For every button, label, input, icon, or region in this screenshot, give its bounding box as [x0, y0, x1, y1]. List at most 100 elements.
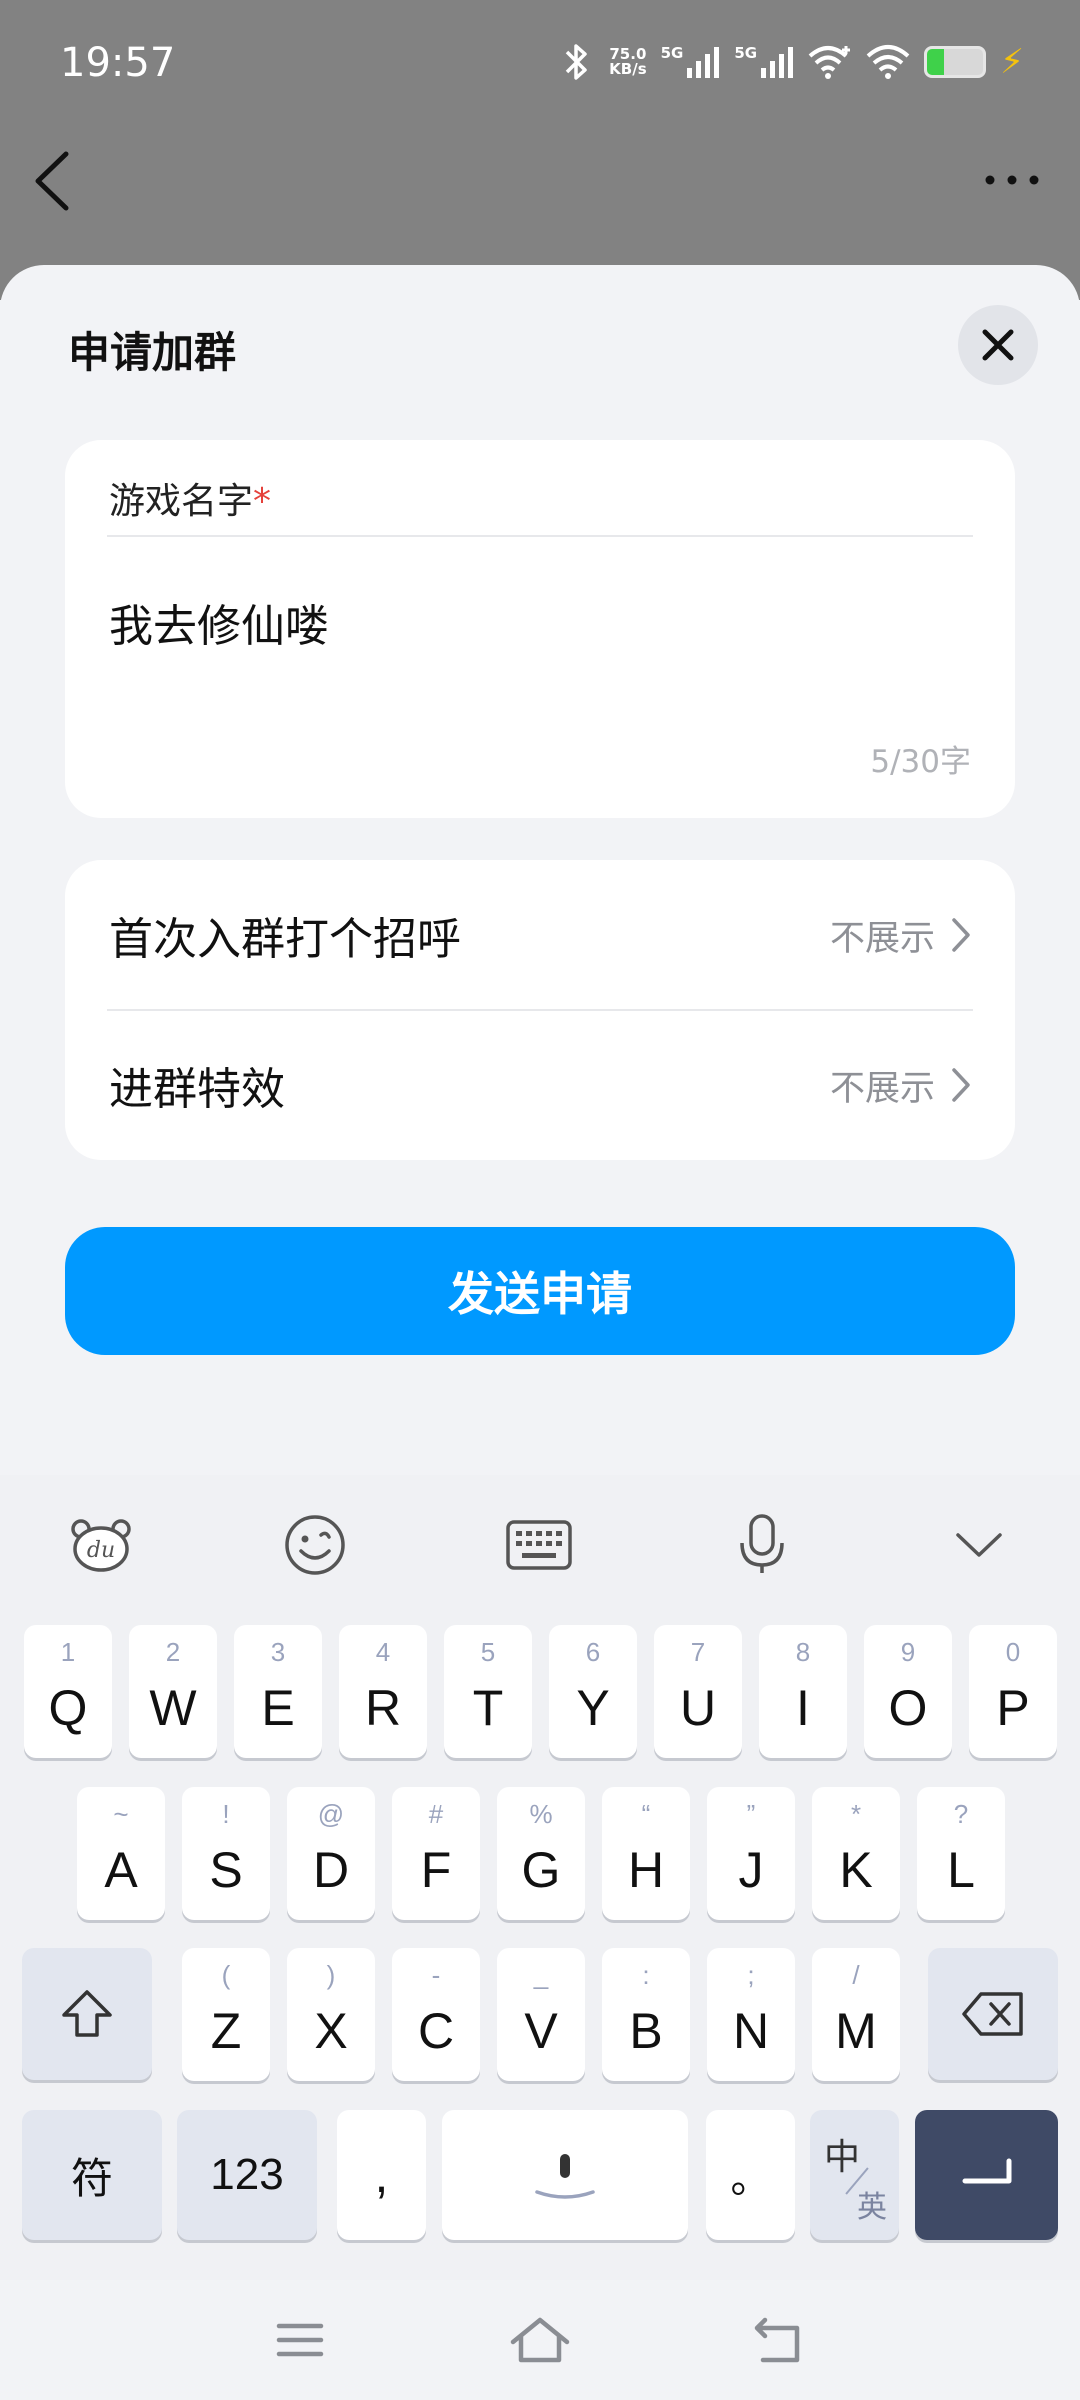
key-z[interactable]: (Z: [182, 1948, 270, 2081]
send-application-button[interactable]: 发送申请: [65, 1227, 1015, 1355]
key-t[interactable]: 5T: [444, 1625, 532, 1758]
wifi-hotspot-icon: [808, 46, 851, 79]
language-switch-key[interactable]: 中 英: [810, 2110, 899, 2240]
bluetooth-icon: [565, 44, 587, 80]
enter-key[interactable]: [915, 2110, 1058, 2240]
key-n[interactable]: ; N: [707, 1948, 795, 2081]
shift-key[interactable]: [22, 1948, 152, 2080]
option-greeting[interactable]: 首次入群打个招呼 不展示: [65, 860, 1015, 1010]
keyboard-layout-button[interactable]: [504, 1510, 574, 1580]
option-value: 不展示: [829, 918, 935, 959]
key-label: I: [796, 1679, 810, 1736]
space-voice-icon: [535, 2154, 595, 2199]
key-label: L: [947, 1841, 975, 1898]
divider: [107, 535, 973, 537]
key-e[interactable]: 3E: [234, 1625, 322, 1758]
key-sub-label: %: [529, 1799, 553, 1829]
space-key[interactable]: [442, 2110, 688, 2240]
key-sub-label: 0: [1005, 1637, 1021, 1667]
key-q[interactable]: 1Q: [24, 1625, 112, 1758]
key-b[interactable]: :B: [602, 1948, 690, 2081]
key-label: H: [627, 1841, 665, 1898]
key-sub-label: “: [641, 1799, 651, 1829]
backspace-icon: [962, 1992, 1023, 2036]
key-sub-label: 9: [900, 1637, 916, 1667]
emoji-button[interactable]: [280, 1510, 350, 1580]
key-h[interactable]: “H: [602, 1787, 690, 1920]
shift-icon: [62, 1990, 112, 2037]
key-k[interactable]: * K: [812, 1787, 900, 1920]
game-name-input[interactable]: 我去修仙喽: [109, 590, 329, 654]
keyboard-icon: [506, 1520, 572, 1570]
key-sub-label: -: [431, 1960, 441, 1990]
key-u[interactable]: 7U: [654, 1625, 742, 1758]
back-nav-icon[interactable]: [745, 2310, 815, 2370]
key-label: T: [472, 1679, 504, 1736]
chevron-right-icon: [952, 1068, 970, 1102]
key-w[interactable]: 2W: [129, 1625, 217, 1758]
close-button[interactable]: [958, 305, 1038, 385]
back-icon[interactable]: [28, 148, 78, 214]
key-sub-label: :: [642, 1960, 650, 1990]
key-r[interactable]: 4R: [339, 1625, 427, 1758]
comma-key[interactable]: ,: [337, 2110, 426, 2240]
key-label: Z: [210, 2002, 242, 2059]
option-join-effect[interactable]: 进群特效 不展示: [65, 1010, 1015, 1160]
key-c[interactable]: -C: [392, 1948, 480, 2081]
key-f[interactable]: # F: [392, 1787, 480, 1920]
key-sub-label: @: [317, 1799, 345, 1829]
status-time: 19:57: [60, 40, 176, 86]
hide-keyboard-button[interactable]: [944, 1510, 1014, 1580]
option-label: 首次入群打个招呼: [109, 914, 461, 965]
signal-icon: [761, 47, 794, 78]
key-g[interactable]: % G: [497, 1787, 585, 1920]
key-i[interactable]: 8I: [759, 1625, 847, 1758]
period-key[interactable]: 。: [706, 2110, 795, 2240]
key-sub-label: ;: [747, 1960, 755, 1990]
key-label: Q: [48, 1679, 88, 1736]
key-j[interactable]: ” J: [707, 1787, 795, 1920]
key-label: J: [738, 1841, 764, 1898]
key-s[interactable]: ! S: [182, 1787, 270, 1920]
lang-chinese-label: 中: [824, 2136, 861, 2177]
key-label: X: [314, 2002, 348, 2059]
signal-icon: [687, 47, 720, 78]
numbers-key[interactable]: 123: [177, 2110, 317, 2240]
key-label: N: [732, 2002, 770, 2059]
key-sub-label: !: [222, 1799, 230, 1829]
voice-button[interactable]: [727, 1510, 797, 1580]
bear-icon: du: [71, 1519, 131, 1572]
key-a[interactable]: ~ A: [77, 1787, 165, 1920]
lang-english-label: 英: [857, 2191, 887, 2224]
required-mark: *: [253, 481, 272, 522]
home-icon[interactable]: [505, 2310, 575, 2370]
key-label: P: [996, 1679, 1030, 1736]
key-label: G: [521, 1841, 561, 1898]
key-sub-label: ~: [113, 1799, 129, 1829]
key-l[interactable]: ? L: [917, 1787, 1005, 1920]
charging-icon: ⚡: [1000, 42, 1024, 82]
key-v[interactable]: _ V: [497, 1948, 585, 2081]
wifi-icon: [866, 45, 910, 79]
key-label: U: [679, 1679, 717, 1736]
key-label: A: [104, 1841, 138, 1898]
key-sub-label: 6: [585, 1637, 601, 1667]
sheet-title: 申请加群: [68, 328, 237, 377]
key-label: V: [524, 2002, 558, 2059]
symbols-key[interactable]: 符: [22, 2110, 162, 2240]
key-sub-label: ): [326, 1960, 336, 1990]
battery-icon: [924, 46, 987, 78]
key-label: W: [149, 1679, 197, 1736]
menu-icon[interactable]: [265, 2310, 335, 2370]
key-m[interactable]: / M: [812, 1948, 900, 2081]
key-d[interactable]: @ D: [287, 1787, 375, 1920]
key-x[interactable]: ) X: [287, 1948, 375, 2081]
key-p[interactable]: 0P: [969, 1625, 1057, 1758]
backspace-key[interactable]: [928, 1948, 1058, 2080]
key-o[interactable]: 9O: [864, 1625, 952, 1758]
baidu-bear-button[interactable]: du: [66, 1510, 136, 1580]
key-y[interactable]: 6Y: [549, 1625, 637, 1758]
key-sub-label: _: [533, 1960, 549, 1990]
more-icon[interactable]: [982, 160, 1042, 200]
key-label: B: [629, 2002, 663, 2059]
